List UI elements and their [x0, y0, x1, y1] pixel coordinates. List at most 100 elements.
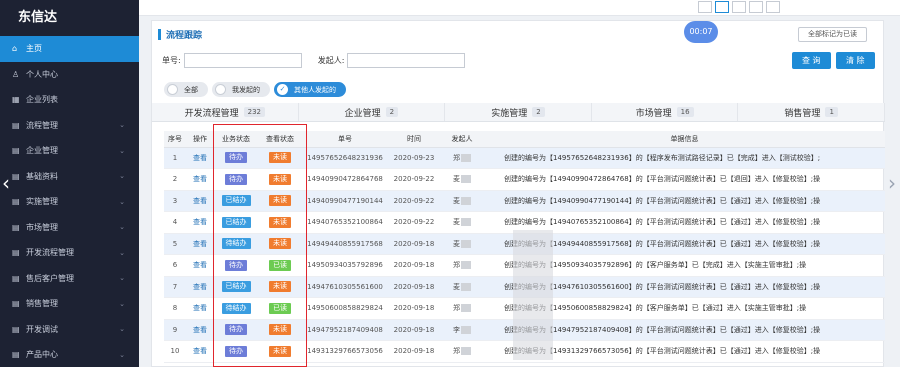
sidebar-item[interactable]: ▤ 开发流程管理 ⌄	[0, 240, 139, 266]
panel-header: 流程跟踪	[152, 21, 883, 47]
action-cell: 查看	[186, 297, 214, 320]
query-button[interactable]: 查 询	[792, 52, 831, 69]
initiator-name: 郑	[453, 261, 460, 270]
order-number: 14947610305561600	[302, 276, 388, 298]
date: 2020-09-23	[388, 147, 440, 169]
module-tab[interactable]: 实施管理 2	[445, 103, 592, 121]
menu-icon: ▤	[12, 197, 20, 207]
scope-segment: 全部 我发起的 ✓ 其他人发起的	[164, 82, 346, 97]
pager	[698, 1, 780, 13]
module-tab[interactable]: 销售管理 1	[738, 103, 885, 121]
redacted-blur	[461, 261, 471, 270]
redacted-blur	[461, 347, 471, 356]
view-link[interactable]: 查看	[193, 175, 207, 183]
sidebar-item-label: 销售管理	[26, 299, 58, 309]
pager-button[interactable]	[766, 1, 780, 13]
sidebar: 东信达 ⌂ 主页 ♙ 个人中心 ▦ 企业列表 ▤ 流程管理 ⌄ ▤ 企业管理 ⌄ ▤ 基础资料 ⌄ ▤ 实施管理…	[0, 0, 139, 367]
module-tab[interactable]: 企业管理 2	[299, 103, 446, 121]
action-cell: 查看	[186, 276, 214, 298]
column-header: 操作	[186, 131, 214, 148]
order-number: 14940990472864768	[302, 168, 388, 191]
sidebar-item[interactable]: ▤ 企业管理 ⌄	[0, 138, 139, 164]
view-link[interactable]: 查看	[193, 304, 207, 312]
chevron-down-icon: ⌄	[119, 172, 125, 181]
segment-option[interactable]: 我发起的	[212, 82, 270, 97]
initiator-input[interactable]	[347, 53, 466, 68]
sidebar-item-label: 企业管理	[26, 146, 58, 156]
segment-option[interactable]: 全部	[164, 82, 208, 97]
view-status-cell: 已读	[258, 254, 302, 277]
sidebar-item[interactable]: ▤ 开发调试 ⌄	[0, 317, 139, 343]
sidebar-item[interactable]: ▤ 实施管理 ⌄	[0, 189, 139, 215]
row-number: 3	[164, 190, 186, 212]
document-info: 创建的编号为【14940990477190144】的【平台测试问题统计表】已【通…	[484, 190, 885, 212]
sidebar-item-label: 市场管理	[26, 222, 58, 232]
view-link[interactable]: 查看	[193, 240, 207, 248]
view-link[interactable]: 查看	[193, 326, 207, 334]
module-tab[interactable]: 市场管理 16	[592, 103, 739, 121]
column-header: 查看状态	[258, 131, 302, 148]
view-status-badge: 未读	[269, 152, 291, 164]
chevron-down-icon: ⌄	[119, 299, 125, 308]
sidebar-item[interactable]: ⌂ 主页	[0, 36, 139, 62]
pager-button[interactable]	[698, 1, 712, 13]
blur-overlay	[513, 230, 553, 360]
row-number: 9	[164, 319, 186, 341]
menu-icon: ▦	[12, 95, 20, 105]
redacted-blur	[461, 153, 471, 162]
pager-button[interactable]	[732, 1, 746, 13]
initiator-label: 发起人:	[317, 56, 345, 65]
sidebar-item[interactable]: ▤ 市场管理 ⌄	[0, 215, 139, 241]
redacted-blur	[461, 239, 471, 248]
redacted-blur	[461, 282, 471, 291]
view-link[interactable]: 查看	[193, 283, 207, 291]
table-header-row: 序号 操作 业务状态 查看状态 单号 时间 发起人 单据信息	[164, 131, 885, 148]
chevron-down-icon: ⌄	[119, 223, 125, 232]
date: 2020-09-18	[388, 340, 440, 363]
menu-icon: ▤	[12, 146, 20, 156]
chevron-right-icon[interactable]: ›	[888, 171, 896, 195]
clear-button[interactable]: 清 除	[836, 52, 875, 69]
view-status-cell: 未读	[258, 319, 302, 341]
sidebar-item[interactable]: ▤ 产品中心 ⌄	[0, 342, 139, 367]
menu-icon: ▤	[12, 299, 20, 309]
order-no-input[interactable]	[183, 53, 302, 68]
row-number: 10	[164, 340, 186, 363]
initiator-name: 麦	[453, 196, 460, 205]
chevron-down-icon: ⌄	[119, 197, 125, 206]
view-link[interactable]: 查看	[193, 154, 207, 162]
view-link[interactable]: 查看	[193, 347, 207, 355]
document-info: 创建的编号为【14940990472864768】的【平台测试问题统计表】已【退…	[484, 168, 885, 191]
row-number: 2	[164, 168, 186, 191]
order-number: 14940990477190144	[302, 190, 388, 212]
table-row[interactable]: 3 查看 已结办 未读 14940990477190144 2020-09-22 麦 创建的编…	[164, 190, 885, 212]
segment-option[interactable]: ✓ 其他人发起的	[274, 82, 346, 97]
table-row[interactable]: 2 查看 待办 未读 14940990472864768 2020-09-22 麦 创建的编号…	[164, 168, 885, 191]
action-cell: 查看	[186, 254, 214, 277]
sidebar-item[interactable]: ▤ 基础资料 ⌄	[0, 164, 139, 190]
date: 2020-09-22	[388, 211, 440, 234]
table-row[interactable]: 1 查看 待办 未读 14957652648231936 2020-09-23 郑 创建的编号…	[164, 147, 885, 169]
tab-count-badge: 2	[532, 107, 545, 117]
sidebar-item[interactable]: ▦ 企业列表	[0, 87, 139, 113]
module-tab[interactable]: 开发流程管理 232	[152, 103, 299, 121]
view-link[interactable]: 查看	[193, 261, 207, 269]
initiator-cell: 郑	[440, 297, 484, 320]
sidebar-item[interactable]: ▤ 销售管理 ⌄	[0, 291, 139, 317]
business-status-badge: 已结办	[221, 281, 251, 293]
mark-all-read-button[interactable]: 全部标记为已读	[798, 27, 867, 42]
menu-icon: ⌂	[12, 44, 18, 54]
view-link[interactable]: 查看	[193, 197, 207, 205]
date: 2020-09-22	[388, 190, 440, 212]
view-status-badge: 未读	[269, 195, 291, 207]
view-status-cell: 未读	[258, 168, 302, 191]
view-link[interactable]: 查看	[193, 218, 207, 226]
pager-button[interactable]	[749, 1, 763, 13]
chevron-left-icon[interactable]: ‹	[2, 171, 10, 195]
sidebar-item[interactable]: ▤ 流程管理 ⌄	[0, 113, 139, 139]
sidebar-item-label: 开发流程管理	[26, 248, 74, 258]
chevron-down-icon: ⌄	[119, 274, 125, 283]
sidebar-item[interactable]: ♙ 个人中心	[0, 62, 139, 88]
pager-button[interactable]	[715, 1, 729, 13]
sidebar-item[interactable]: ▤ 售后客户管理 ⌄	[0, 266, 139, 292]
